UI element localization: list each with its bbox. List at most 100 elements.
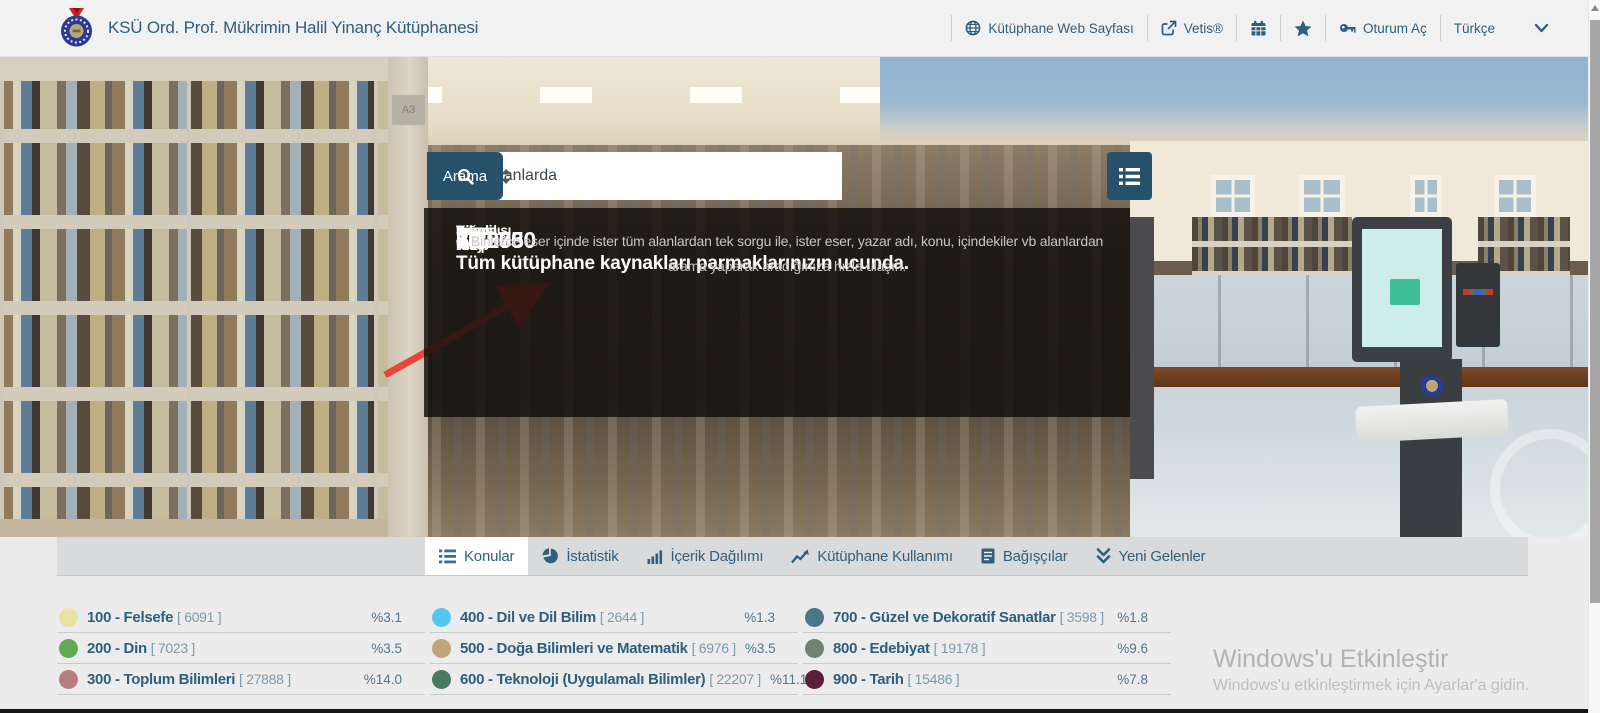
tab-yeni-gelenler[interactable]: Yeni Gelenler bbox=[1082, 537, 1220, 575]
tagline-description: Binlerce eser içinde ister tüm alanlarda… bbox=[456, 229, 1118, 278]
tab-istatistik-label: İstatistik bbox=[566, 548, 618, 565]
double-chevron-down-icon bbox=[1096, 548, 1111, 564]
search-button-label: Arama bbox=[443, 168, 487, 185]
tab-yeni-gelenler-label: Yeni Gelenler bbox=[1119, 548, 1206, 565]
nav-calendar[interactable] bbox=[1236, 15, 1280, 41]
nav-vetis-label: Vetis® bbox=[1184, 21, 1223, 36]
chevron-down-icon bbox=[1534, 22, 1549, 34]
subject-count: [ 27888 ] bbox=[239, 671, 291, 687]
header: KSÜ Ord. Prof. Mükrimin Halil Yinanç Küt… bbox=[0, 0, 1588, 57]
subject-color-dot bbox=[59, 639, 78, 658]
tab-istatistik[interactable]: İstatistik bbox=[528, 537, 632, 575]
subject-row-900[interactable]: 900 - Tarih [ 15486 ]%7.8 bbox=[803, 664, 1171, 695]
subject-percent: %14.0 bbox=[364, 672, 423, 687]
subject-label: 800 - Edebiyat [ 19178 ] bbox=[833, 640, 985, 657]
subject-color-dot bbox=[805, 608, 824, 627]
kiosk-side-panel bbox=[1456, 263, 1500, 347]
page-title: KSÜ Ord. Prof. Mükrimin Halil Yinanç Küt… bbox=[108, 18, 478, 38]
nav-language[interactable]: Türkçe bbox=[1440, 15, 1508, 41]
subject-count: [ 2644 ] bbox=[600, 609, 644, 625]
subject-count: [ 6091 ] bbox=[177, 609, 221, 625]
subject-color-dot bbox=[59, 670, 78, 689]
top-navigation: Kütüphane Web Sayfası Vetis® Oturum Aç T… bbox=[951, 15, 1562, 41]
stats-panel: Kitap109.030 e-Kitap66.236 Süreli Sayı14… bbox=[424, 208, 1130, 417]
subject-count: [ 22207 ] bbox=[709, 671, 761, 687]
subject-color-dot bbox=[805, 639, 824, 658]
photo-far-bookshelf bbox=[1192, 217, 1352, 275]
advanced-list-button[interactable] bbox=[1107, 152, 1152, 200]
pie-chart-icon bbox=[542, 548, 558, 564]
kiosk-indicator-lights bbox=[1463, 289, 1493, 295]
shelf-sign: A3 bbox=[392, 95, 425, 125]
tab-icerik-dagilimi[interactable]: İçerik Dağılımı bbox=[633, 537, 778, 575]
subject-percent: %1.8 bbox=[1117, 610, 1169, 625]
nav-vetis[interactable]: Vetis® bbox=[1147, 15, 1236, 41]
subject-percent: %3.1 bbox=[371, 610, 423, 625]
library-catalog-page: KSÜ Ord. Prof. Mükrimin Halil Yinanç Küt… bbox=[0, 0, 1600, 713]
subject-label: 200 - Din [ 7023 ] bbox=[87, 640, 195, 657]
tab-bagiscilar[interactable]: Bağışçılar bbox=[967, 537, 1082, 575]
library-logo-brand[interactable]: KSÜ Ord. Prof. Mükrimin Halil Yinanç Küt… bbox=[58, 7, 478, 49]
photo-dark-pillar bbox=[1130, 217, 1154, 479]
subject-row-800[interactable]: 800 - Edebiyat [ 19178 ] %9.6 bbox=[803, 633, 1171, 664]
ksu-logo-icon bbox=[58, 7, 95, 49]
subject-count: [ 6976 ] bbox=[692, 640, 736, 656]
subject-row-400[interactable]: 400 - Dil ve Dil Bilim [ 2644 ] %1.3 bbox=[430, 602, 798, 633]
subject-color-dot bbox=[432, 639, 451, 658]
nav-expand[interactable] bbox=[1508, 15, 1562, 41]
subject-row-200[interactable]: 200 - Din [ 7023 ] %3.5 bbox=[57, 633, 425, 664]
star-icon bbox=[1294, 20, 1312, 37]
subject-color-dot bbox=[805, 670, 824, 689]
nav-favorites[interactable] bbox=[1280, 15, 1325, 41]
globe-icon bbox=[965, 20, 981, 36]
subject-distribution-list: 100 - Felsefe [ 6091 ]%3.1 200 - Din [ 7… bbox=[57, 602, 1171, 695]
search-bar: Tüm Alanlarda Arama bbox=[427, 152, 842, 200]
list-bullets-icon bbox=[439, 549, 456, 564]
subject-percent: %3.5 bbox=[745, 641, 797, 656]
subject-row-700[interactable]: 700 - Güzel ve Dekoratif Sanatlar [ 3598… bbox=[803, 602, 1171, 633]
subject-count: [ 7023 ] bbox=[151, 640, 195, 656]
kiosk-logo bbox=[1420, 375, 1444, 399]
photo-window bbox=[1410, 175, 1442, 217]
subject-percent: %9.6 bbox=[1117, 641, 1169, 656]
tab-bagiscilar-label: Bağışçılar bbox=[1003, 548, 1068, 565]
subject-percent: %7.8 bbox=[1117, 672, 1169, 687]
tab-kutuphane-kullanimi-label: Kütüphane Kullanımı bbox=[817, 548, 952, 565]
watermark-subtitle: Windows'u etkinleştirmek için Ayarlar'a … bbox=[1213, 677, 1529, 695]
subject-label: 500 - Doğa Bilimleri ve Matematik [ 6976… bbox=[460, 640, 736, 657]
subject-label: 400 - Dil ve Dil Bilim [ 2644 ] bbox=[460, 609, 644, 626]
vertical-scrollbar[interactable] bbox=[1588, 0, 1600, 713]
subject-row-300[interactable]: 300 - Toplum Bilimleri [ 27888 ] %14.0 bbox=[57, 664, 425, 695]
photo-sky bbox=[880, 57, 1588, 143]
nav-login[interactable]: Oturum Aç bbox=[1325, 15, 1440, 41]
subject-color-dot bbox=[432, 670, 451, 689]
kiosk-screen-tile bbox=[1390, 279, 1420, 305]
key-icon bbox=[1339, 20, 1356, 36]
photo-window bbox=[1299, 175, 1345, 217]
nav-library-website-label: Kütüphane Web Sayfası bbox=[988, 21, 1133, 36]
subject-row-600[interactable]: 600 - Teknoloji (Uygulamalı Bilimler) [ … bbox=[430, 664, 798, 695]
subject-label: 300 - Toplum Bilimleri [ 27888 ] bbox=[87, 671, 291, 688]
section-tabs: Konular İstatistik İçerik Dağılımı Kütüp… bbox=[57, 537, 1528, 576]
nav-library-website[interactable]: Kütüphane Web Sayfası bbox=[951, 15, 1146, 41]
tab-kutuphane-kullanimi[interactable]: Kütüphane Kullanımı bbox=[777, 537, 966, 575]
tab-konular-label: Konular bbox=[464, 548, 514, 565]
tab-konular[interactable]: Konular bbox=[425, 537, 528, 575]
subject-percent: %1.3 bbox=[744, 610, 796, 625]
scrollbar-up-arrow[interactable] bbox=[1591, 5, 1599, 11]
hero-photo: A3 bbox=[0, 57, 1588, 537]
photo-window bbox=[1211, 175, 1255, 217]
subject-row-500[interactable]: 500 - Doğa Bilimleri ve Matematik [ 6976… bbox=[430, 633, 798, 664]
calendar-icon bbox=[1250, 20, 1267, 37]
subject-count: [ 3598 ] bbox=[1060, 609, 1104, 625]
scrollbar-thumb[interactable] bbox=[1590, 20, 1600, 603]
subject-percent: %3.5 bbox=[371, 641, 423, 656]
subject-count: [ 15486 ] bbox=[908, 671, 960, 687]
list-icon bbox=[1119, 167, 1140, 186]
subject-count: [ 19178 ] bbox=[934, 640, 986, 656]
line-chart-icon bbox=[791, 549, 809, 564]
subject-row-100[interactable]: 100 - Felsefe [ 6091 ]%3.1 bbox=[57, 602, 425, 633]
search-button[interactable]: Arama bbox=[427, 152, 503, 200]
watermark-title: Windows'u Etkinleştir bbox=[1213, 645, 1529, 674]
external-link-icon bbox=[1161, 20, 1177, 36]
